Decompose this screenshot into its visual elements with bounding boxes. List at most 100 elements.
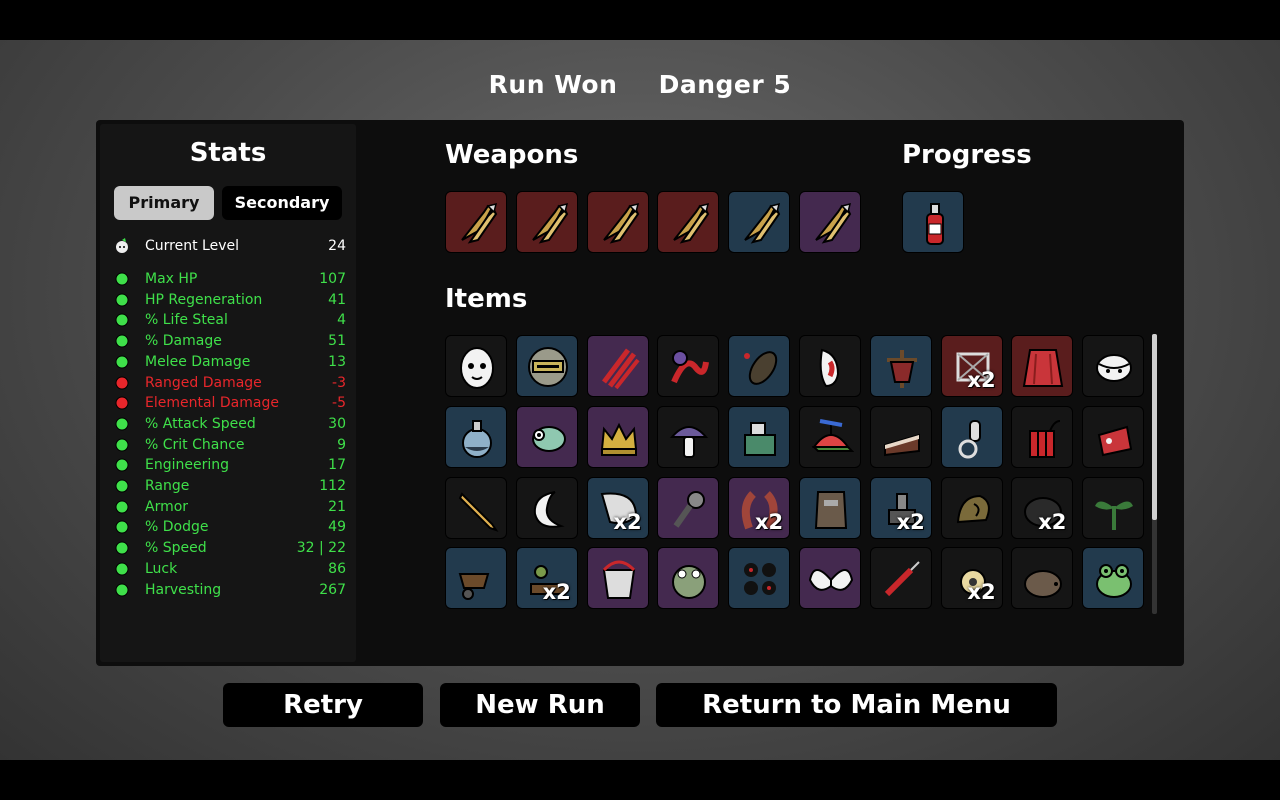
danger-level: Danger 5 <box>658 70 792 99</box>
item-slot[interactable] <box>657 476 720 539</box>
tab-secondary[interactable]: Secondary <box>222 186 342 220</box>
item-slot[interactable] <box>657 335 720 397</box>
weapon-slot[interactable] <box>586 191 649 253</box>
stat-label: Range <box>145 478 190 494</box>
stat-value: 49 <box>328 519 346 536</box>
weapons-title: Weapons <box>445 140 579 170</box>
stat-label: Max HP <box>145 271 198 287</box>
stat-row[interactable]: HP Regeneration 41 <box>114 290 346 310</box>
items-scrollbar[interactable] <box>1152 334 1157 614</box>
item-slot[interactable] <box>586 335 649 397</box>
item-slot[interactable] <box>799 476 861 539</box>
range-icon <box>114 478 130 494</box>
stat-label: Engineering <box>145 457 229 474</box>
stat-value: -3 <box>332 374 346 391</box>
retry-button[interactable]: Retry <box>223 683 423 727</box>
stat-row[interactable]: Armor 21 <box>114 497 346 517</box>
wrench-icon <box>114 457 130 473</box>
item-slot[interactable] <box>728 547 791 610</box>
item-slot[interactable] <box>445 335 507 397</box>
item-slot[interactable] <box>586 547 649 610</box>
new-run-button[interactable]: New Run <box>440 683 640 727</box>
stat-row[interactable]: % Crit Chance 9 <box>114 435 346 455</box>
stat-value: 13 <box>328 353 346 370</box>
item-slot[interactable] <box>728 405 791 468</box>
stat-label: % Damage <box>145 333 222 350</box>
item-slot[interactable] <box>657 547 720 610</box>
item-slot[interactable] <box>869 335 932 397</box>
tab-primary[interactable]: Primary <box>114 186 214 220</box>
quantity-badge: x2 <box>542 580 571 605</box>
items-scrollbar-thumb[interactable] <box>1152 334 1157 520</box>
item-slot[interactable]: x2 <box>586 476 649 539</box>
stat-row[interactable]: Elemental Damage -5 <box>114 393 346 413</box>
item-slot[interactable] <box>1082 405 1145 468</box>
item-slot[interactable] <box>799 405 861 468</box>
stat-row[interactable]: % Life Steal 4 <box>114 310 346 330</box>
weapon-slot[interactable] <box>515 191 578 253</box>
stat-label: Ranged Damage <box>145 374 262 391</box>
weapon-slot[interactable] <box>445 191 507 253</box>
item-slot[interactable] <box>445 405 507 468</box>
item-slot[interactable]: x2 <box>728 476 791 539</box>
item-slot[interactable] <box>728 335 791 397</box>
run-header: Run Won Danger 5 <box>0 70 1280 99</box>
run-summary-panel: Stats Primary Secondary Current Level 24… <box>96 120 1184 666</box>
stat-row-current-level: Current Level 24 <box>114 236 346 256</box>
stat-label: Current Level <box>145 238 239 254</box>
weapon-slot[interactable] <box>728 191 791 253</box>
stat-value: 17 <box>328 457 346 474</box>
stat-row[interactable]: % Damage 51 <box>114 331 346 351</box>
item-slot[interactable] <box>799 547 861 610</box>
stat-row[interactable]: % Speed 32 | 22 <box>114 538 346 558</box>
boot-icon <box>114 540 130 556</box>
item-slot[interactable] <box>1011 405 1074 468</box>
main-menu-button[interactable]: Return to Main Menu <box>656 683 1057 727</box>
item-slot[interactable]: x2 <box>1011 476 1074 539</box>
stat-row[interactable]: % Attack Speed 30 <box>114 414 346 434</box>
stat-row[interactable]: Max HP 107 <box>114 269 346 289</box>
stat-label: % Attack Speed <box>145 415 256 432</box>
stat-row[interactable]: Engineering 17 <box>114 455 346 475</box>
weapon-slot[interactable] <box>799 191 861 253</box>
item-slot[interactable] <box>445 547 507 610</box>
item-slot[interactable] <box>1082 335 1145 397</box>
item-slot[interactable]: x2 <box>940 335 1003 397</box>
weapon-slot[interactable] <box>657 191 720 253</box>
item-slot[interactable] <box>1011 547 1074 610</box>
stat-row[interactable]: % Dodge 49 <box>114 517 346 537</box>
quantity-badge: x2 <box>967 580 996 605</box>
item-slot[interactable] <box>515 476 578 539</box>
item-slot[interactable]: x2 <box>940 547 1003 610</box>
item-slot[interactable] <box>869 547 932 610</box>
item-slot[interactable] <box>940 476 1003 539</box>
stat-value: -5 <box>332 395 346 412</box>
item-slot[interactable] <box>445 476 507 539</box>
stat-row[interactable]: Ranged Damage -3 <box>114 373 346 393</box>
progress-slot[interactable] <box>902 191 964 253</box>
hourglass-icon <box>114 416 130 432</box>
stat-row[interactable]: Harvesting 267 <box>114 580 346 600</box>
item-slot[interactable] <box>1082 547 1145 610</box>
muscle-icon <box>114 333 130 349</box>
item-slot[interactable] <box>515 335 578 397</box>
stat-value: 51 <box>328 333 346 350</box>
stat-row[interactable]: Luck 86 <box>114 559 346 579</box>
item-slot[interactable] <box>940 405 1003 468</box>
stat-value: 86 <box>328 560 346 577</box>
stat-label: % Crit Chance <box>145 436 245 453</box>
item-slot[interactable] <box>586 405 649 468</box>
item-slot[interactable]: x2 <box>869 476 932 539</box>
stat-row[interactable]: Melee Damage 13 <box>114 352 346 372</box>
stat-row[interactable]: Range 112 <box>114 476 346 496</box>
bow-icon <box>114 375 130 391</box>
item-slot[interactable] <box>657 405 720 468</box>
item-slot[interactable] <box>515 405 578 468</box>
item-slot[interactable] <box>799 335 861 397</box>
item-slot[interactable] <box>1011 335 1074 397</box>
item-slot[interactable]: x2 <box>515 547 578 610</box>
item-slot[interactable] <box>869 405 932 468</box>
stat-value: 32 | 22 <box>296 540 346 557</box>
stat-value: 4 <box>337 312 346 329</box>
item-slot[interactable] <box>1082 476 1145 539</box>
